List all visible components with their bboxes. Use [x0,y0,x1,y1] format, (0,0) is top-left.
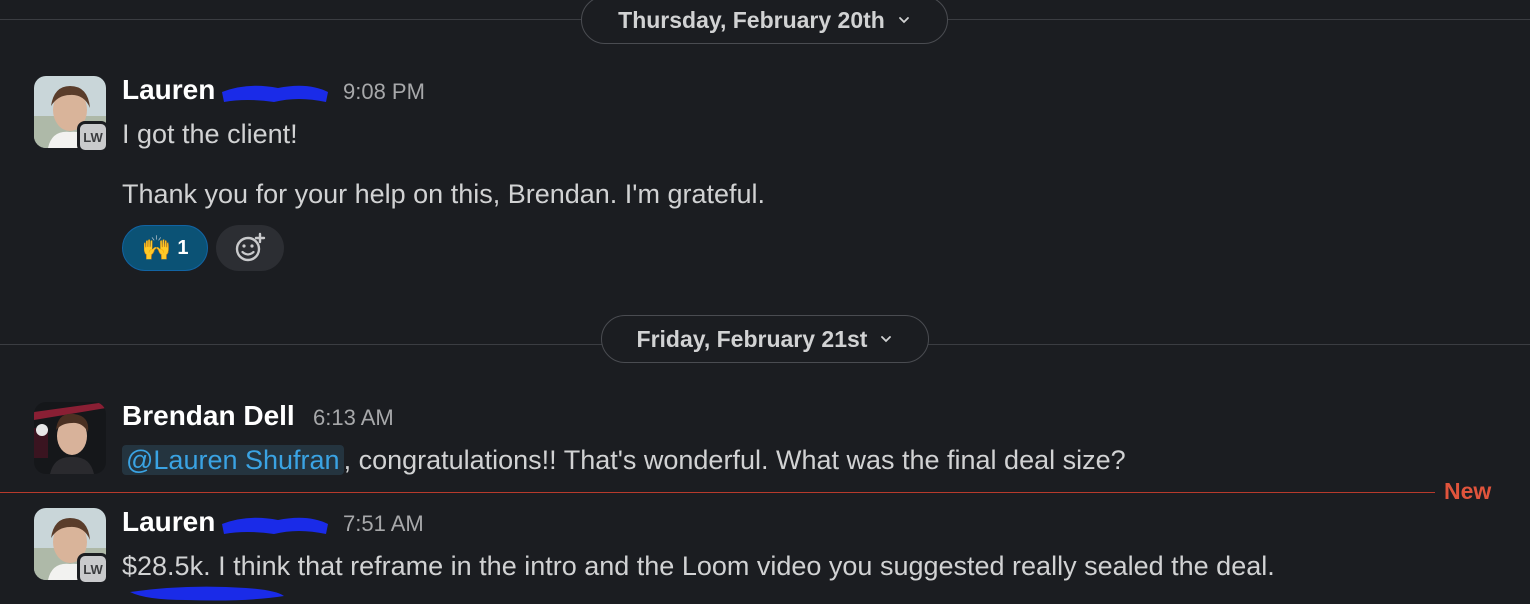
message-body: , congratulations!! That's wonderful. Wh… [343,445,1126,475]
author-name[interactable]: Lauren [122,506,215,538]
new-messages-label: New [1444,478,1492,504]
date-label: Friday, February 21st [636,325,868,352]
message-timestamp[interactable]: 6:13 AM [313,405,394,431]
message-text: Thank you for your help on this, Brendan… [122,179,766,209]
highlight-scribble [130,586,284,601]
add-reaction-button[interactable] [216,225,284,271]
author-name[interactable]: Lauren [122,74,215,106]
reaction-raised-hands[interactable]: 🙌 1 [122,225,208,271]
chevron-down-icon [881,336,892,343]
redaction-scribble [222,85,328,102]
date-label: Thursday, February 20th [618,6,885,33]
date-pill-thursday[interactable]: Thursday, February 20th [581,0,948,44]
message-text: $28.5k. I think that reframe in the intr… [122,551,1275,581]
reaction-count: 1 [177,236,189,259]
message-text: @Lauren Shufran, congratulations!! That'… [122,445,1126,476]
message-text: I got the client! [122,119,298,149]
redaction-scribble [222,517,328,534]
add-reaction-icon [235,232,266,262]
author-name[interactable]: Brendan Dell [122,400,295,432]
chevron-down-icon [898,17,909,24]
avatar-status-badge: LW [77,121,109,153]
new-messages-line [0,492,1435,493]
avatar-status-badge: LW [77,553,109,585]
raised-hands-emoji: 🙌 [141,234,172,262]
avatar-brendan[interactable] [34,402,106,474]
date-pill-friday[interactable]: Friday, February 21st [601,315,929,363]
message-timestamp[interactable]: 7:51 AM [343,511,424,537]
user-mention[interactable]: @Lauren Shufran [122,445,344,475]
message-timestamp[interactable]: 9:08 PM [343,79,425,105]
